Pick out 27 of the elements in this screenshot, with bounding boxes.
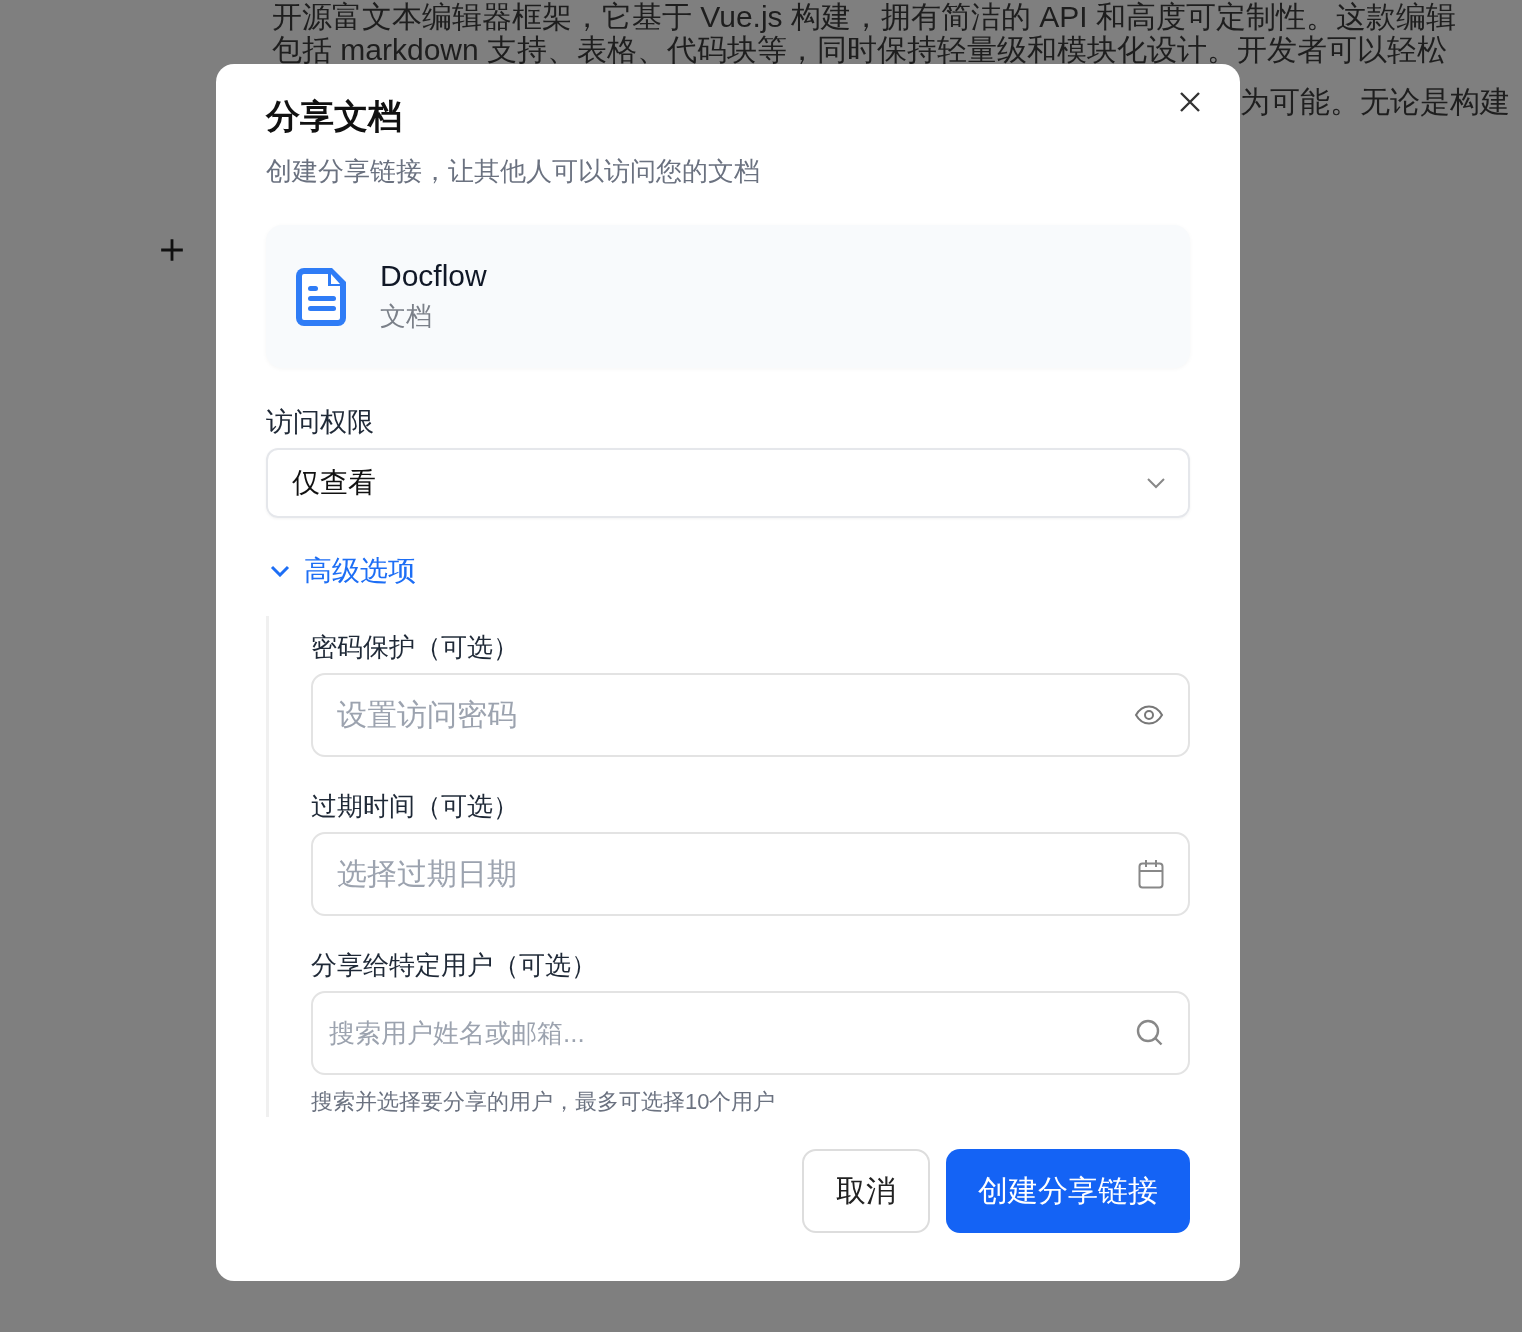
document-name: Docflow (380, 259, 487, 293)
advanced-options-toggle[interactable]: 高级选项 (266, 552, 416, 590)
access-select[interactable]: 仅查看 (266, 448, 1190, 518)
search-field[interactable]: 搜索用户姓名或邮箱... (311, 991, 1190, 1075)
background-text: 包括 markdown 支持、表格、代码块等，同时保持轻量级和模块化设计。开发者可以轻松 (272, 33, 1449, 66)
close-icon[interactable] (1178, 90, 1202, 114)
cancel-button[interactable]: 取消 (802, 1149, 930, 1233)
dialog-title: 分享文档 (266, 96, 403, 137)
background-text: 开源富文本编辑器框架，它基于 Vue.js 构建，拥有简洁的 API 和高度可定制性。这款编辑 (272, 0, 1457, 33)
field-label: 分享给特定用户（可选） (311, 949, 598, 982)
dialog-subtitle: 创建分享链接，让其他人可以访问您的文档 (266, 155, 761, 188)
eye-icon[interactable] (1134, 705, 1164, 725)
background-text: 为可能。无论是构建 (1240, 84, 1510, 120)
date-field[interactable]: 选择过期日期 (311, 832, 1190, 916)
search-icon (1136, 1019, 1164, 1047)
field-label: 密码保护（可选） (311, 631, 520, 664)
chevron-icon (270, 565, 290, 577)
help-text: 搜索并选择要分享的用户，最多可选择10个用户 (311, 1088, 777, 1116)
calendar-icon[interactable] (1138, 859, 1164, 889)
document-type: 文档 (380, 300, 433, 333)
password-field[interactable]: 设置访问密码 (311, 673, 1190, 757)
create-link-button[interactable]: 创建分享链接 (946, 1149, 1190, 1233)
field-label: 过期时间（可选） (311, 790, 520, 823)
chevron-down-icon (1146, 477, 1166, 489)
field-label: 访问权限 (266, 406, 375, 439)
plus-icon[interactable] (159, 237, 185, 263)
document-icon (296, 265, 348, 328)
